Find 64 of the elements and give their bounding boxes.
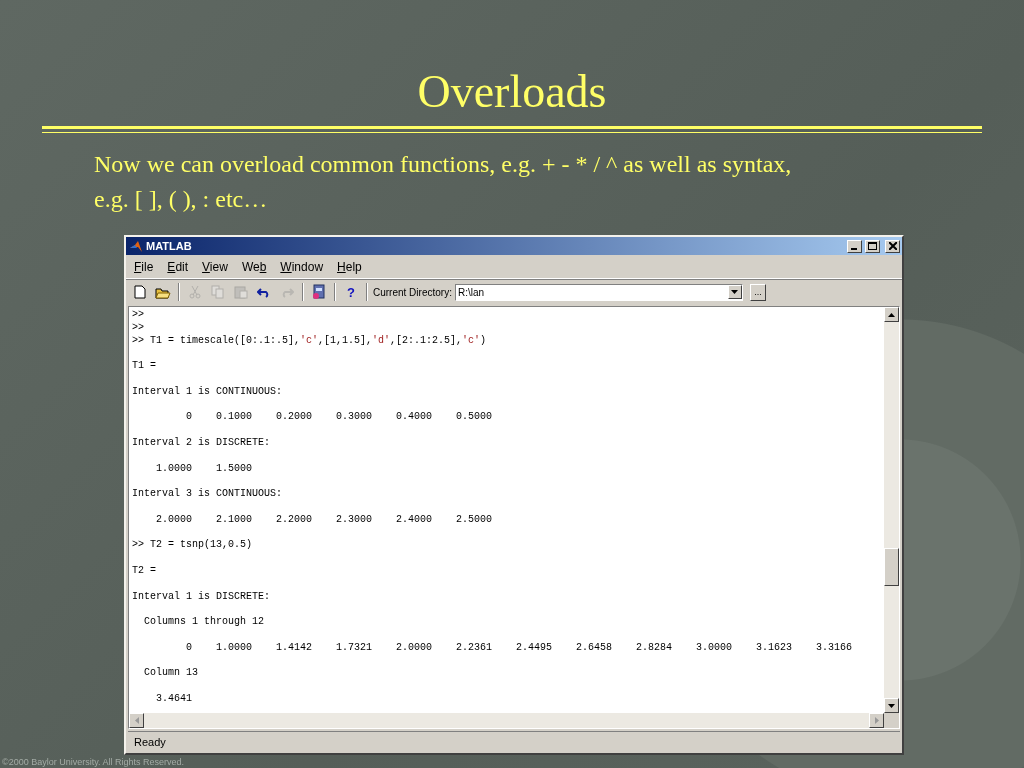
console-value: 3.3166 bbox=[815, 641, 852, 655]
console-value: 2.4495 bbox=[515, 641, 552, 655]
console-line: Interval 1 is DISCRETE: bbox=[132, 590, 272, 604]
console-value: 3.4641 bbox=[155, 692, 192, 706]
menu-item[interactable]: View bbox=[196, 259, 234, 274]
menu-item[interactable]: Edit bbox=[161, 259, 195, 274]
scroll-up-icon[interactable] bbox=[888, 312, 895, 317]
console-value: 2.3000 bbox=[335, 513, 372, 527]
console-value: 0.5000 bbox=[455, 411, 492, 425]
caret-down-icon bbox=[731, 290, 739, 294]
help-button[interactable]: ? bbox=[341, 284, 361, 300]
console-line: Columns 1 through 12 bbox=[143, 616, 266, 629]
console-value: 1.7321 bbox=[335, 641, 372, 655]
console-value: 0 bbox=[185, 411, 192, 425]
console-line: Interval 3 is CONTINUOUS: bbox=[132, 488, 284, 501]
console-value: 0 bbox=[185, 641, 192, 655]
console-line: >> T1 = timescale([0:.1:.5],'c',[1,1.5],'d',[2:.1:2.5],'c') bbox=[132, 334, 488, 348]
console-line: Interval 1 is CONTINUOUS: bbox=[132, 385, 284, 399]
vertical-scrollbar[interactable] bbox=[884, 307, 899, 713]
console-value: 0.1000 bbox=[215, 411, 252, 425]
console-value: 0.3000 bbox=[335, 411, 372, 425]
scrollbar-thumb[interactable] bbox=[884, 548, 899, 586]
console-value: 1.5000 bbox=[215, 462, 252, 476]
console-value: 3.1623 bbox=[755, 641, 792, 655]
menu-item[interactable]: Web bbox=[235, 259, 273, 274]
directory-label: Current Directory: bbox=[373, 286, 452, 298]
slide-body: Now we can overload common functions, e.g. + - * / ^ as well as syntax, e.g. [ ], ( ), : etc… bbox=[94, 150, 793, 214]
console-line: >> bbox=[132, 321, 145, 335]
console-line: T2 = bbox=[132, 564, 157, 578]
minimize-button[interactable] bbox=[847, 239, 862, 253]
console-line: T1 = bbox=[132, 360, 157, 373]
console-value: 1.0000 bbox=[215, 641, 252, 655]
console-line: Interval 2 is DISCRETE: bbox=[132, 436, 272, 450]
console-value: 2.4000 bbox=[395, 513, 432, 527]
console-line: >> bbox=[132, 309, 145, 322]
console-value: 2.6458 bbox=[575, 641, 612, 655]
copyright-footer: ©2000 Baylor University. All Rights Reserved. bbox=[2, 757, 185, 767]
console-value: 2.1000 bbox=[215, 513, 252, 527]
maximize-button[interactable] bbox=[865, 239, 880, 253]
console-value: 2.5000 bbox=[455, 513, 492, 527]
console-value: 2.0000 bbox=[395, 641, 432, 655]
console-value: 2.8284 bbox=[635, 641, 672, 655]
console-value: 0.4000 bbox=[395, 411, 432, 425]
console-line: >> T2 = tsnp(13,0.5) bbox=[132, 539, 254, 553]
close-button[interactable] bbox=[885, 239, 900, 253]
console-value: 2.2000 bbox=[275, 513, 312, 527]
console-value: 3.0000 bbox=[695, 641, 732, 655]
window-title: MATLAB bbox=[146, 240, 192, 252]
slide-title: Overloads bbox=[417, 65, 607, 119]
menu-item[interactable]: File bbox=[128, 259, 160, 274]
browse-button[interactable]: ... bbox=[749, 283, 766, 301]
dropdown-button[interactable] bbox=[727, 285, 742, 299]
status-text: Ready bbox=[128, 731, 900, 751]
app-logo-icon bbox=[129, 239, 143, 253]
console-value: 2.0000 bbox=[155, 513, 192, 527]
console-line: Column 13 bbox=[143, 667, 199, 681]
menu-item[interactable]: Window bbox=[274, 259, 330, 274]
directory-field[interactable]: R:\lan bbox=[454, 283, 743, 301]
menu-item[interactable]: Help bbox=[331, 259, 368, 274]
console-value: 2.2361 bbox=[455, 641, 492, 655]
console-value: 0.2000 bbox=[275, 411, 312, 425]
console-value: 1.4142 bbox=[275, 641, 312, 655]
console-value: 1.0000 bbox=[155, 462, 192, 476]
scroll-down-icon[interactable] bbox=[888, 703, 895, 708]
